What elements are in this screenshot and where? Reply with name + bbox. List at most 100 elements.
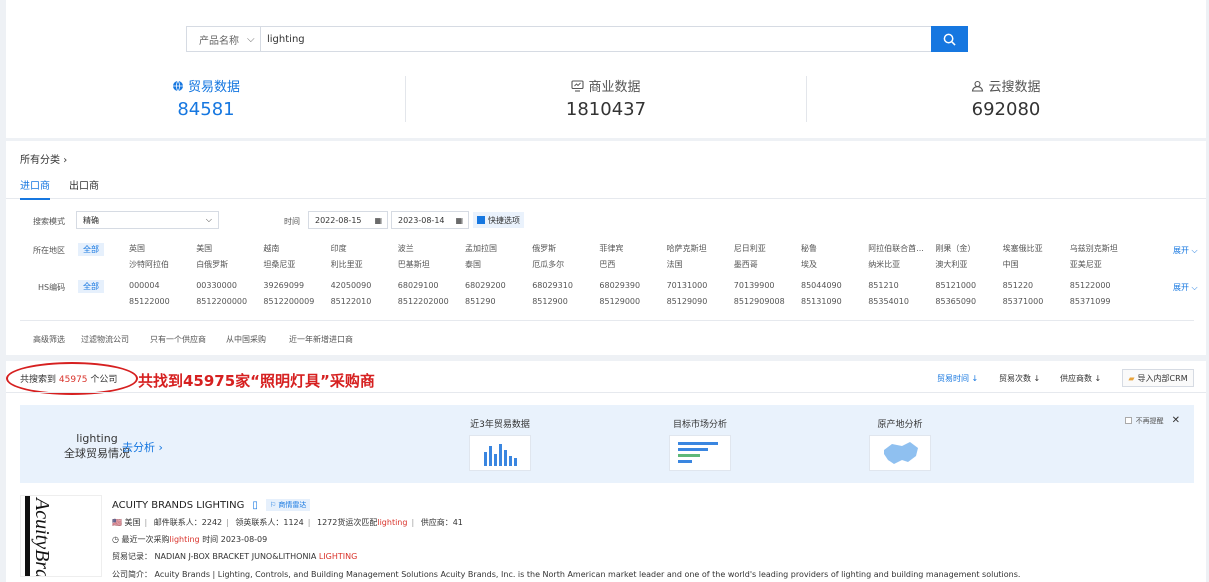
hs-code-option[interactable]: 000004: [129, 278, 160, 294]
region-option[interactable]: 孟加拉国: [465, 241, 497, 257]
stat-cloud-value: 692080: [971, 99, 1041, 120]
region-option[interactable]: 利比里亚: [331, 257, 363, 273]
region-option[interactable]: 印度: [331, 241, 347, 257]
hs-code-option[interactable]: 00330000: [196, 278, 237, 294]
search-field-select[interactable]: 产品名称 ⌵: [187, 27, 261, 51]
hs-code-option[interactable]: 8512202000: [398, 294, 449, 310]
hs-code-option[interactable]: 8512909008: [734, 294, 785, 310]
region-option[interactable]: 巴基斯坦: [398, 257, 430, 273]
region-option[interactable]: 乌兹别克斯坦: [1070, 241, 1118, 257]
email-contacts[interactable]: 邮件联系人：2242: [154, 518, 222, 527]
region-option[interactable]: 法国: [667, 257, 683, 273]
tab-exporters[interactable]: 出口商: [69, 177, 99, 198]
suppliers-count[interactable]: 供应商：41: [421, 518, 463, 527]
region-option[interactable]: 越南: [263, 241, 279, 257]
region-option[interactable]: 哈萨克斯坦: [667, 241, 707, 257]
no-remind-toggle[interactable]: 不再提醒 ✕: [1124, 415, 1180, 426]
hs-code-option[interactable]: 70131000: [667, 278, 708, 294]
hs-code-option[interactable]: 85122000: [129, 294, 170, 310]
region-option[interactable]: 美国: [196, 241, 212, 257]
stat-cloud[interactable]: 云搜数据 692080: [806, 76, 1206, 120]
hs-code-option[interactable]: 8512900: [532, 294, 568, 310]
close-icon[interactable]: ✕: [1172, 415, 1180, 426]
card-target-market[interactable]: 目标市场分析: [640, 417, 760, 471]
hs-code-option[interactable]: 85131090: [801, 294, 842, 310]
sort-trade-time[interactable]: 贸易时间 ↓: [937, 373, 978, 384]
hs-code-option[interactable]: 851210: [868, 278, 899, 294]
go-analyze-link[interactable]: 去分析 ›: [122, 439, 163, 455]
hs-code-option[interactable]: 85122010: [331, 294, 372, 310]
region-option[interactable]: 厄瓜多尔: [532, 257, 564, 273]
hs-code-option[interactable]: 85371000: [1003, 294, 1044, 310]
region-option[interactable]: 澳大利亚: [935, 257, 967, 273]
sort-supplier-count[interactable]: 供应商数 ↓: [1060, 373, 1101, 384]
region-option[interactable]: 尼日利亚: [734, 241, 766, 257]
linkedin-contacts[interactable]: 领英联系人：1124: [235, 518, 303, 527]
hs-code-option[interactable]: 85365090: [935, 294, 976, 310]
region-all-tag[interactable]: 全部: [78, 243, 104, 256]
region-option[interactable]: 巴西: [599, 257, 615, 273]
hs-code-option[interactable]: 68029310: [532, 278, 573, 294]
date-from-input[interactable]: 2022-08-15 ▦: [308, 211, 388, 229]
company-name[interactable]: ACUITY BRANDS LIGHTING: [112, 500, 244, 511]
card-trade-3yr[interactable]: 近3年贸易数据: [440, 417, 560, 471]
region-expand-button[interactable]: 展开 ⌵: [1173, 245, 1198, 256]
adv-option-from-china[interactable]: 从中国采购: [226, 334, 266, 345]
region-option[interactable]: 白俄罗斯: [196, 257, 228, 273]
region-option[interactable]: 纳米比亚: [868, 257, 900, 273]
category-breadcrumb[interactable]: 所有分类 ›: [20, 151, 67, 166]
hs-code-option[interactable]: 85371099: [1070, 294, 1111, 310]
search-input[interactable]: [261, 27, 931, 51]
adv-option-filter-logistics[interactable]: 过滤物流公司: [81, 334, 129, 345]
hs-code-option[interactable]: 85129000: [599, 294, 640, 310]
tab-importers[interactable]: 进口商: [20, 177, 50, 200]
adv-option-new-importers[interactable]: 近一年新增进口商: [289, 334, 353, 345]
search-mode-select[interactable]: 精确 ⌵: [76, 211, 219, 229]
region-option[interactable]: 菲律宾: [599, 241, 623, 257]
hs-code-option[interactable]: 85129090: [667, 294, 708, 310]
sort-trade-count[interactable]: 贸易次数 ↓: [999, 373, 1040, 384]
hs-code-option[interactable]: 42050090: [331, 278, 372, 294]
copy-icon[interactable]: ▯: [252, 500, 258, 511]
hs-expand-button[interactable]: 展开 ⌵: [1173, 282, 1198, 293]
region-option[interactable]: 俄罗斯: [532, 241, 556, 257]
hs-code-option[interactable]: 85121000: [935, 278, 976, 294]
region-option[interactable]: 坦桑尼亚: [263, 257, 295, 273]
region-option[interactable]: 阿拉伯联合酋...: [868, 241, 924, 257]
adv-option-single-supplier[interactable]: 只有一个供应商: [150, 334, 206, 345]
hs-code-option[interactable]: 8512200000: [196, 294, 247, 310]
hs-code-option[interactable]: 851290: [465, 294, 496, 310]
stat-cloud-label: 云搜数据: [988, 80, 1041, 95]
hs-all-tag[interactable]: 全部: [78, 280, 104, 293]
region-option[interactable]: 埃塞俄比亚: [1003, 241, 1043, 257]
region-option[interactable]: 波兰: [398, 241, 414, 257]
card-origin[interactable]: 原产地分析: [840, 417, 960, 471]
region-option[interactable]: 秘鲁: [801, 241, 817, 257]
hs-code-option[interactable]: 68029100: [398, 278, 439, 294]
checkbox[interactable]: [1124, 417, 1132, 424]
region-option[interactable]: 亚美尼亚: [1070, 257, 1102, 273]
region-option[interactable]: 泰国: [465, 257, 481, 273]
region-option[interactable]: 英国: [129, 241, 145, 257]
hs-code-option[interactable]: 68029200: [465, 278, 506, 294]
hs-code-option[interactable]: 68029390: [599, 278, 640, 294]
region-option[interactable]: 墨西哥: [734, 257, 758, 273]
import-crm-button[interactable]: ▰ 导入内部CRM: [1122, 369, 1194, 387]
hs-code-option[interactable]: 85122000: [1070, 278, 1111, 294]
stat-business[interactable]: 商业数据 1810437: [406, 76, 806, 120]
stat-trade[interactable]: 贸易数据 84581: [6, 76, 406, 120]
region-option[interactable]: 刚果（金）: [935, 241, 975, 257]
hs-code-option[interactable]: 85354010: [868, 294, 909, 310]
hs-code-option[interactable]: 70139900: [734, 278, 775, 294]
region-option[interactable]: 埃及: [801, 257, 817, 273]
hs-code-option[interactable]: 39269099: [263, 278, 304, 294]
region-option[interactable]: 中国: [1003, 257, 1019, 273]
date-to-input[interactable]: 2023-08-14 ▦: [391, 211, 469, 229]
hs-code-option[interactable]: 851220: [1003, 278, 1034, 294]
quick-options-button[interactable]: 快捷选项: [473, 212, 524, 228]
region-option[interactable]: 沙特阿拉伯: [129, 257, 169, 273]
search-button[interactable]: [931, 26, 968, 52]
radar-tag[interactable]: ⚐ 商情雷达: [265, 499, 311, 511]
hs-code-option[interactable]: 8512200009: [263, 294, 314, 310]
hs-code-option[interactable]: 85044090: [801, 278, 842, 294]
